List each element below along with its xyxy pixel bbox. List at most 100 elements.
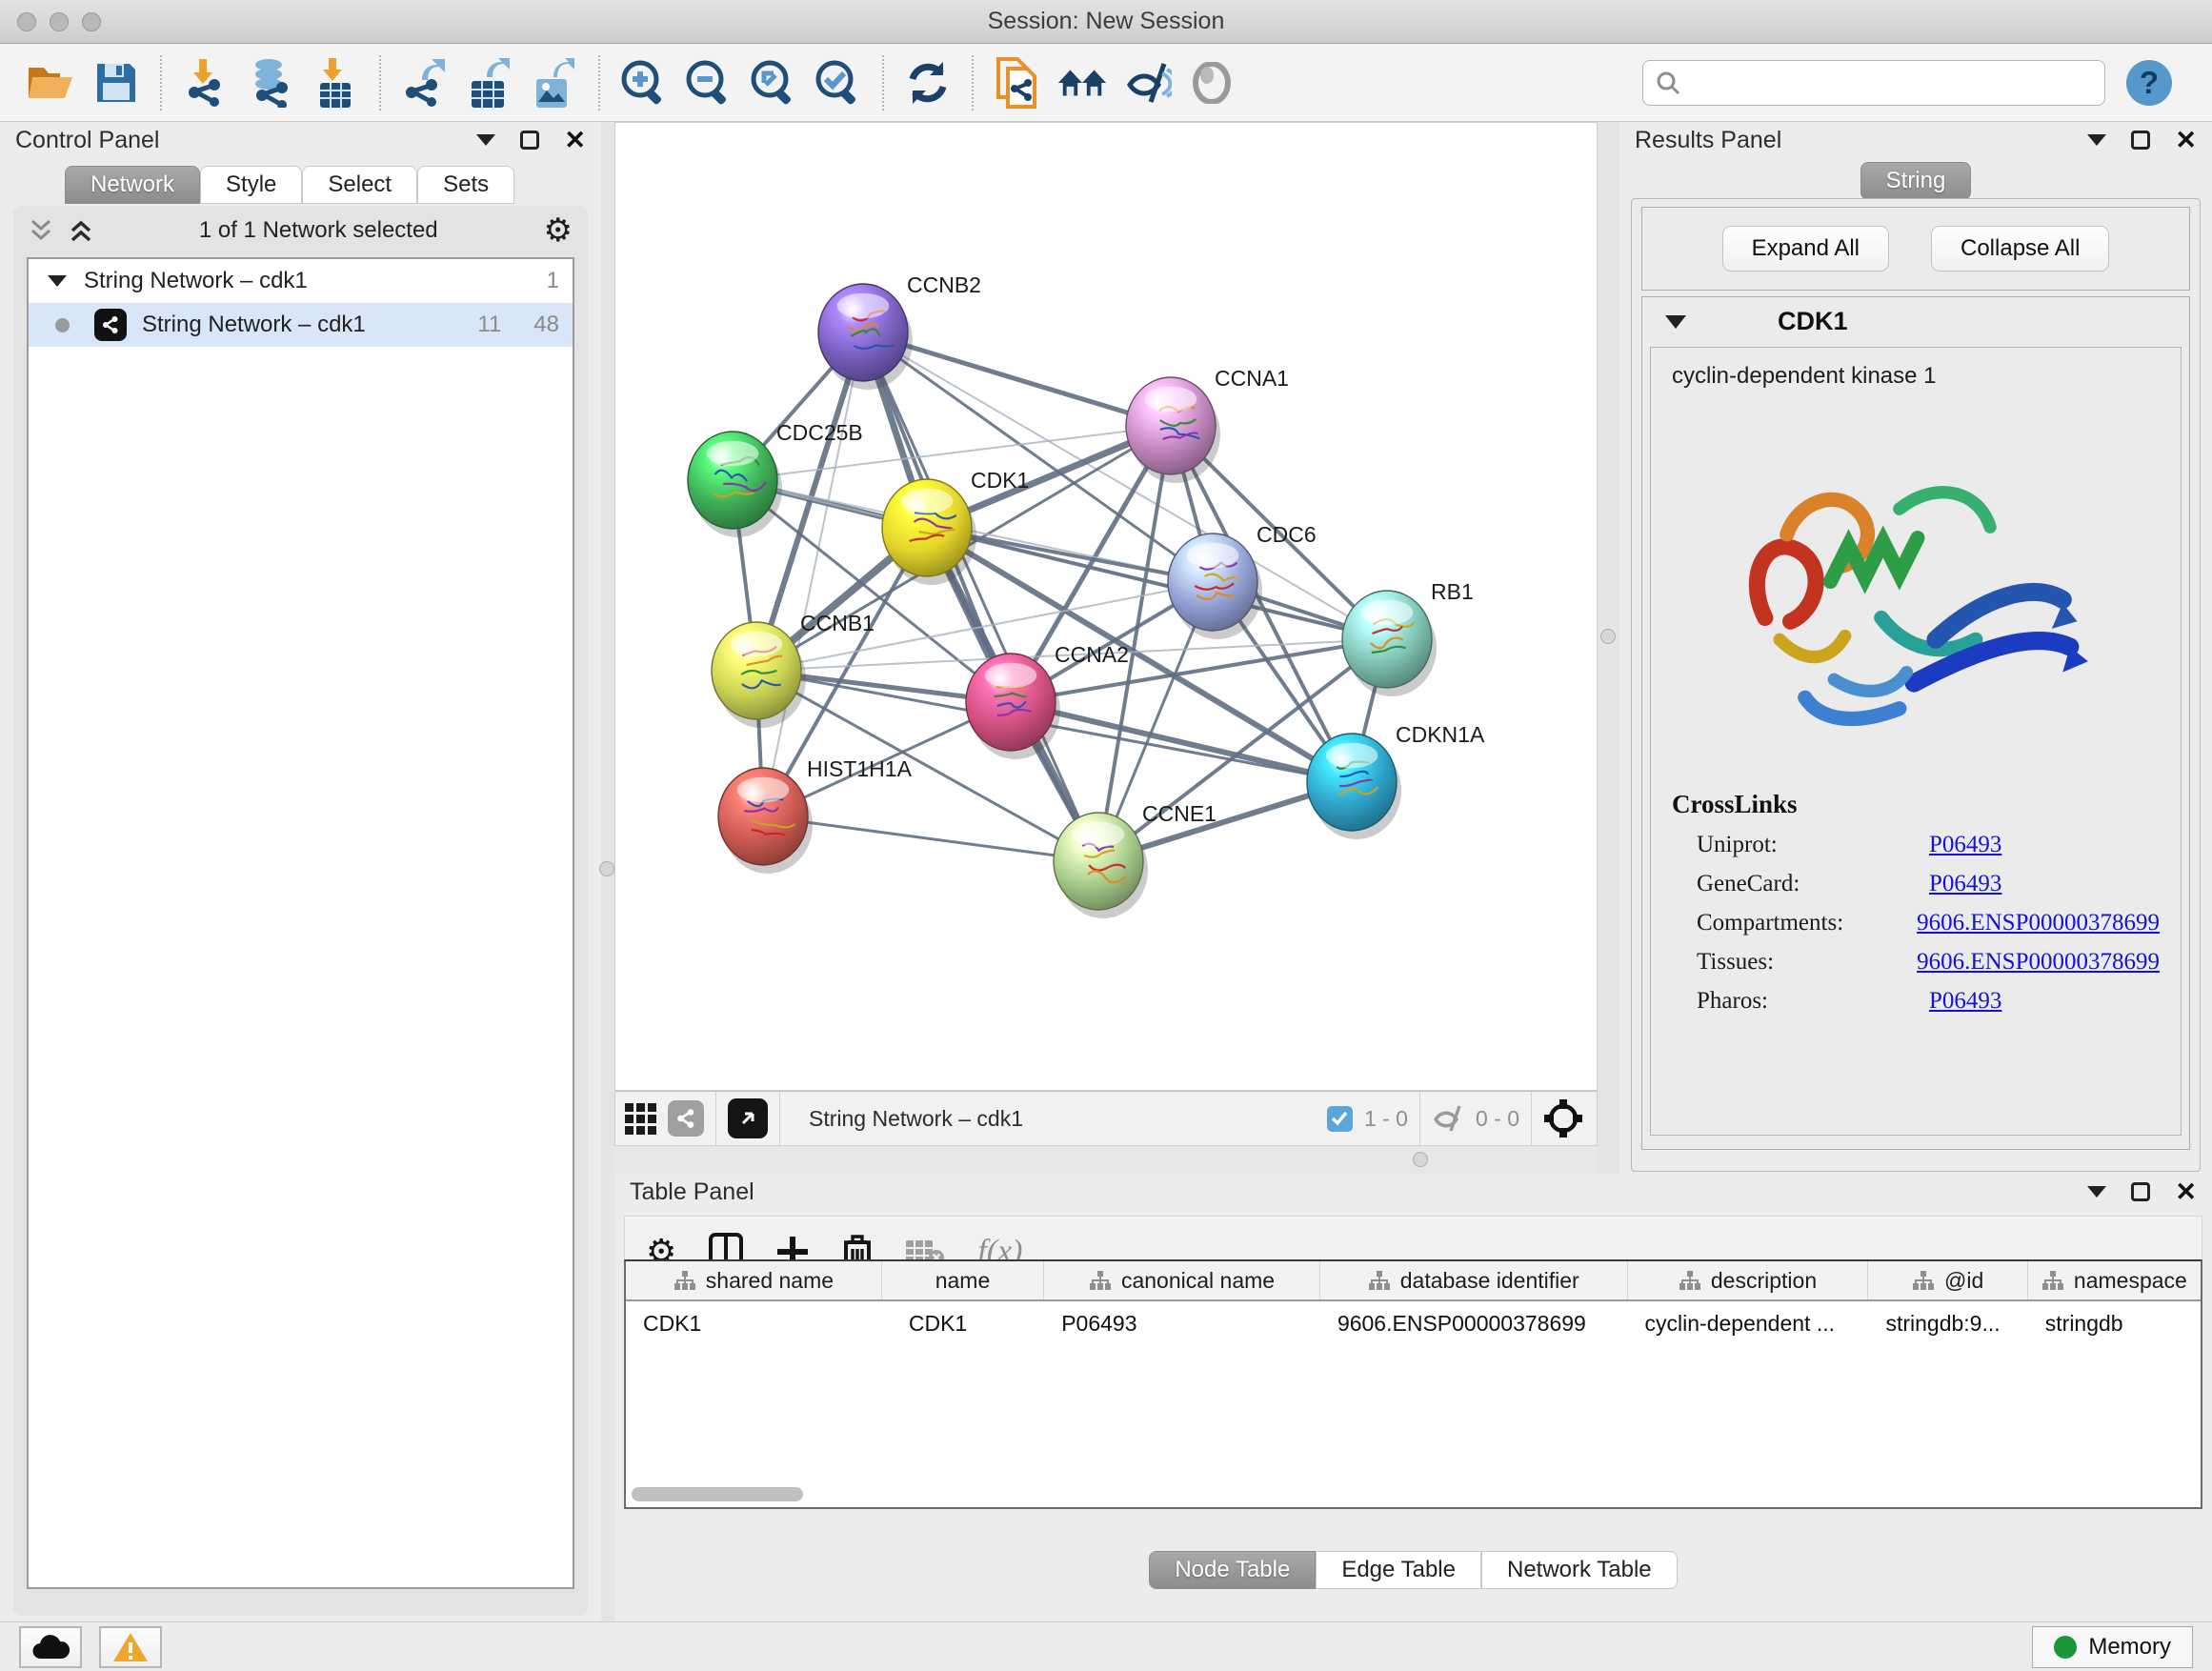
network-edge-cdk1-rb1[interactable] xyxy=(927,528,1387,639)
bottom-splitter[interactable] xyxy=(614,1146,1598,1174)
zoom-fit-icon[interactable] xyxy=(748,57,799,109)
show-graphics-details-icon[interactable] xyxy=(1186,57,1237,109)
tab-string[interactable]: String xyxy=(1860,162,1972,200)
column-header-canonical-name[interactable]: canonical name xyxy=(1044,1261,1320,1299)
network-node-cdk1[interactable]: CDK1 xyxy=(882,468,1029,585)
clone-network-icon[interactable] xyxy=(992,57,1043,109)
toolbar-separator xyxy=(379,55,381,111)
save-session-icon[interactable] xyxy=(90,57,142,109)
network-edge-ccnb2-hist1h1a[interactable] xyxy=(763,332,863,816)
column-header-name[interactable]: name xyxy=(882,1261,1044,1299)
zoom-out-icon[interactable] xyxy=(683,57,734,109)
node-label-cdkn1a: CDKN1A xyxy=(1396,722,1485,747)
tab-network-table[interactable]: Network Table xyxy=(1481,1551,1678,1589)
network-node-hist1h1a[interactable]: HIST1H1A xyxy=(718,756,913,874)
grid-view-icon[interactable] xyxy=(625,1103,656,1135)
network-edge-ccna2-cdkn1a[interactable] xyxy=(1011,702,1352,782)
column-header-shared-name[interactable]: shared name xyxy=(626,1261,882,1299)
right-splitter[interactable] xyxy=(1598,122,1619,1174)
panel-menu-icon[interactable] xyxy=(476,134,495,146)
import-table-file-icon[interactable] xyxy=(310,57,361,109)
tab-style[interactable]: Style xyxy=(200,166,302,204)
network-node-ccna2[interactable]: CCNA2 xyxy=(966,642,1129,759)
crosslink-pharos-link[interactable]: P06493 xyxy=(1929,988,2001,1015)
export-network-icon[interactable] xyxy=(399,57,451,109)
collapse-all-icon[interactable] xyxy=(29,217,53,244)
network-node-ccne1[interactable]: CCNE1 xyxy=(1054,801,1217,918)
gear-icon[interactable]: ⚙ xyxy=(544,214,573,247)
column-header-database-identifier[interactable]: database identifier xyxy=(1320,1261,1628,1299)
home-networks-icon[interactable] xyxy=(1056,57,1108,109)
panel-menu-icon[interactable] xyxy=(2087,134,2106,146)
network-edge-ccnb2-ccne1[interactable] xyxy=(863,332,1098,861)
cell-database-identifier: 9606.ENSP00000378699 xyxy=(1320,1311,1628,1337)
selected-checkbox-icon[interactable] xyxy=(1327,1106,1353,1132)
network-node-cdc6[interactable]: CDC6 xyxy=(1168,522,1317,639)
crosslink-tissues-link[interactable]: 9606.ENSP00000378699 xyxy=(1917,949,2160,976)
network-canvas[interactable]: CCNB2 CCNA1 CDC25BCDK1 CDC6RB1 CCNB1 CCNA2 CDK… xyxy=(614,122,1598,1091)
collection-expand-icon[interactable] xyxy=(48,273,67,289)
cloud-status-button[interactable] xyxy=(19,1626,82,1668)
warnings-button[interactable] xyxy=(99,1626,162,1668)
network-row-selected[interactable]: String Network – cdk1 11 48 xyxy=(29,303,573,347)
export-image-icon[interactable] xyxy=(529,57,580,109)
left-splitter[interactable] xyxy=(601,122,614,1621)
column-header-description[interactable]: description xyxy=(1628,1261,1869,1299)
network-node-rb1[interactable]: RB1 xyxy=(1342,579,1474,696)
network-collection-row[interactable]: String Network – cdk1 1 xyxy=(29,259,573,303)
export-table-icon[interactable] xyxy=(464,57,515,109)
tab-edge-table[interactable]: Edge Table xyxy=(1316,1551,1481,1589)
expand-all-button[interactable]: Expand All xyxy=(1722,226,1889,272)
import-network-file-icon[interactable] xyxy=(180,57,231,109)
cell-namespace: stringdb xyxy=(2028,1311,2201,1337)
network-edge-hist1h1a-ccne1[interactable] xyxy=(763,816,1098,861)
zoom-in-icon[interactable] xyxy=(618,57,670,109)
selected-nodes-edges-count: 1 - 0 xyxy=(1364,1106,1408,1132)
expand-all-icon[interactable] xyxy=(69,217,93,244)
search-input[interactable] xyxy=(1642,60,2105,106)
tab-select[interactable]: Select xyxy=(302,166,417,204)
network-node-ccna1[interactable]: CCNA1 xyxy=(1126,366,1289,483)
detach-view-icon[interactable] xyxy=(728,1098,768,1138)
birdseye-view-icon[interactable] xyxy=(1543,1098,1583,1138)
tab-sets[interactable]: Sets xyxy=(417,166,514,204)
column-header-id[interactable]: @id xyxy=(1868,1261,2027,1299)
gene-section-header[interactable]: CDK1 xyxy=(1642,297,2189,345)
network-node-ccnb1[interactable]: CCNB1 xyxy=(712,611,875,728)
hierarchy-icon xyxy=(674,1270,696,1291)
crosslink-uniprot-link[interactable]: P06493 xyxy=(1929,832,2001,858)
hierarchy-icon xyxy=(1912,1270,1935,1291)
refresh-icon[interactable] xyxy=(902,57,954,109)
import-network-database-icon[interactable] xyxy=(245,57,296,109)
zoom-selected-icon[interactable] xyxy=(813,57,864,109)
network-node-cdkn1a[interactable]: CDKN1A xyxy=(1307,722,1485,839)
open-file-icon[interactable] xyxy=(26,57,77,109)
column-label: shared name xyxy=(706,1268,834,1294)
table-row[interactable]: CDK1 CDK1 P06493 9606.ENSP00000378699 cy… xyxy=(626,1301,2201,1345)
crosslink-compartments-link[interactable]: 9606.ENSP00000378699 xyxy=(1917,910,2160,936)
edge-count: 48 xyxy=(533,312,559,338)
memory-button[interactable]: Memory xyxy=(2032,1626,2193,1668)
node-label-hist1h1a: HIST1H1A xyxy=(807,756,913,781)
network-node-ccnb2[interactable]: CCNB2 xyxy=(818,272,981,390)
network-thumbnail-icon[interactable] xyxy=(668,1100,704,1137)
crosslink-genecard-link[interactable]: P06493 xyxy=(1929,871,2001,897)
panel-close-icon[interactable]: ✕ xyxy=(2175,1179,2197,1205)
column-header-namespace[interactable]: namespace xyxy=(2028,1261,2201,1299)
cytoscape-window: Session: New Session xyxy=(0,0,2212,1671)
panel-float-icon[interactable] xyxy=(2131,131,2150,150)
collapse-all-button[interactable]: Collapse All xyxy=(1931,226,2109,272)
panel-float-icon[interactable] xyxy=(2131,1182,2150,1201)
network-node-cdc25b[interactable]: CDC25B xyxy=(688,420,863,537)
help-icon[interactable]: ? xyxy=(2126,60,2172,106)
tab-network[interactable]: Network xyxy=(65,166,200,204)
hide-graphics-details-icon[interactable] xyxy=(1121,57,1173,109)
panel-menu-icon[interactable] xyxy=(2087,1186,2106,1198)
panel-close-icon[interactable]: ✕ xyxy=(564,128,586,153)
tab-node-table[interactable]: Node Table xyxy=(1149,1551,1316,1589)
horizontal-scrollbar[interactable] xyxy=(632,1487,803,1501)
control-panel-tabs: Network Style Select Sets xyxy=(65,166,601,204)
panel-close-icon[interactable]: ✕ xyxy=(2175,128,2197,153)
panel-float-icon[interactable] xyxy=(520,131,539,150)
collapse-section-icon[interactable] xyxy=(1665,313,1686,330)
